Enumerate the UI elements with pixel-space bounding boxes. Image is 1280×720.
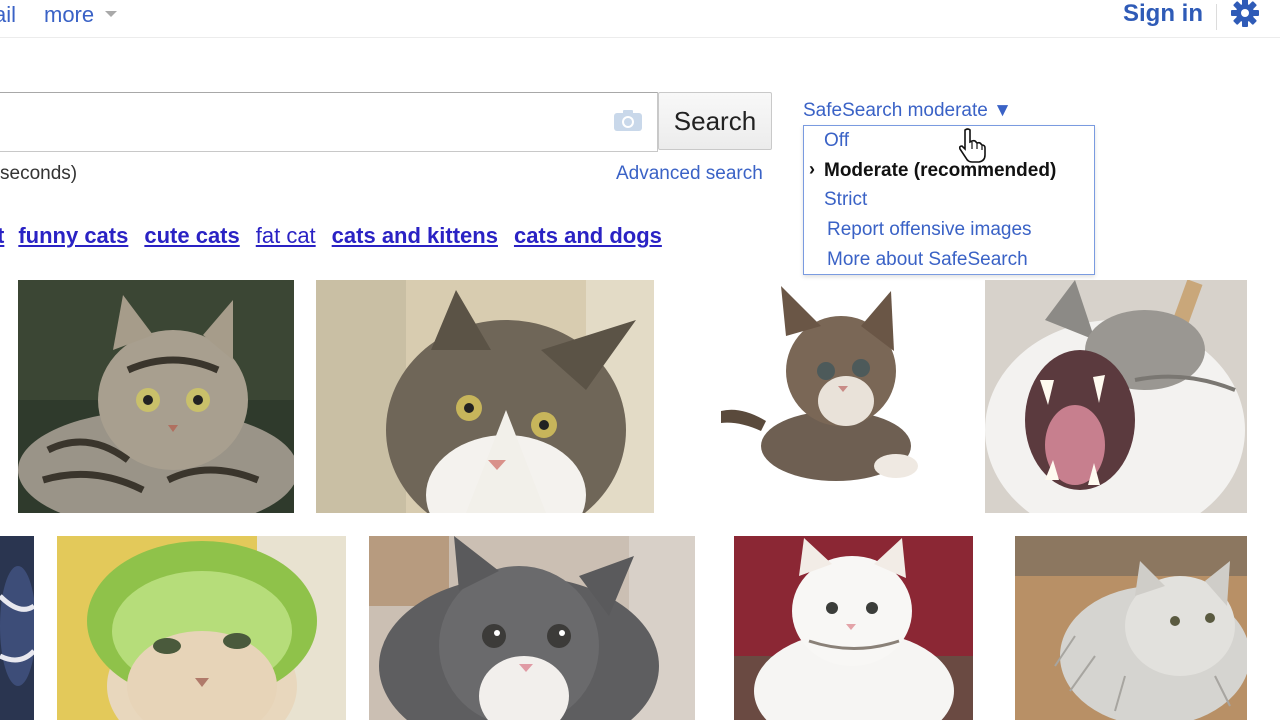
about-safesearch-link[interactable]: More about SafeSearch bbox=[827, 249, 1028, 271]
search-input[interactable] bbox=[0, 92, 658, 152]
chevron-down-icon bbox=[105, 11, 117, 17]
safesearch-option-off[interactable]: Off bbox=[824, 130, 849, 152]
safesearch-option-strict[interactable]: Strict bbox=[824, 189, 867, 211]
divider bbox=[1216, 4, 1217, 30]
selected-marker: › bbox=[809, 159, 815, 179]
related-search-link[interactable]: cats and kittens bbox=[332, 223, 498, 248]
related-search-link[interactable]: funny cats bbox=[18, 223, 128, 248]
related-search-link[interactable]: cats and dogs bbox=[514, 223, 662, 248]
related-search-link[interactable]: cute cats bbox=[144, 223, 239, 248]
gmail-link[interactable]: ail bbox=[0, 2, 16, 28]
image-result[interactable] bbox=[57, 536, 346, 720]
image-result[interactable] bbox=[369, 536, 695, 720]
image-result[interactable] bbox=[316, 280, 654, 513]
safesearch-toggle[interactable]: SafeSearch moderate ▼ bbox=[803, 100, 1012, 122]
image-result[interactable] bbox=[716, 286, 922, 486]
image-result[interactable] bbox=[985, 280, 1247, 513]
related-searches: t funny cats cute cats fat cat cats and kitt… bbox=[0, 223, 678, 249]
more-link[interactable]: more bbox=[44, 2, 94, 28]
sign-in-link[interactable]: Sign in bbox=[1123, 0, 1203, 28]
image-result[interactable] bbox=[0, 536, 34, 720]
gear-icon[interactable] bbox=[1229, 0, 1261, 29]
search-button[interactable]: Search bbox=[658, 92, 772, 150]
related-search-link[interactable]: t bbox=[0, 223, 4, 248]
image-result[interactable] bbox=[1015, 536, 1247, 720]
report-offensive-link[interactable]: Report offensive images bbox=[827, 219, 1032, 241]
result-stats: seconds) bbox=[0, 163, 78, 184]
hand-cursor-icon bbox=[955, 127, 987, 163]
advanced-search-link[interactable]: Advanced search bbox=[616, 163, 763, 185]
image-result[interactable] bbox=[18, 280, 294, 513]
image-result[interactable] bbox=[734, 536, 973, 720]
camera-icon[interactable] bbox=[613, 108, 643, 132]
related-search-link[interactable]: fat cat bbox=[256, 223, 316, 248]
top-bar: ail more Sign in bbox=[0, 0, 1280, 38]
safesearch-option-moderate[interactable]: Moderate (recommended) bbox=[824, 160, 1056, 182]
